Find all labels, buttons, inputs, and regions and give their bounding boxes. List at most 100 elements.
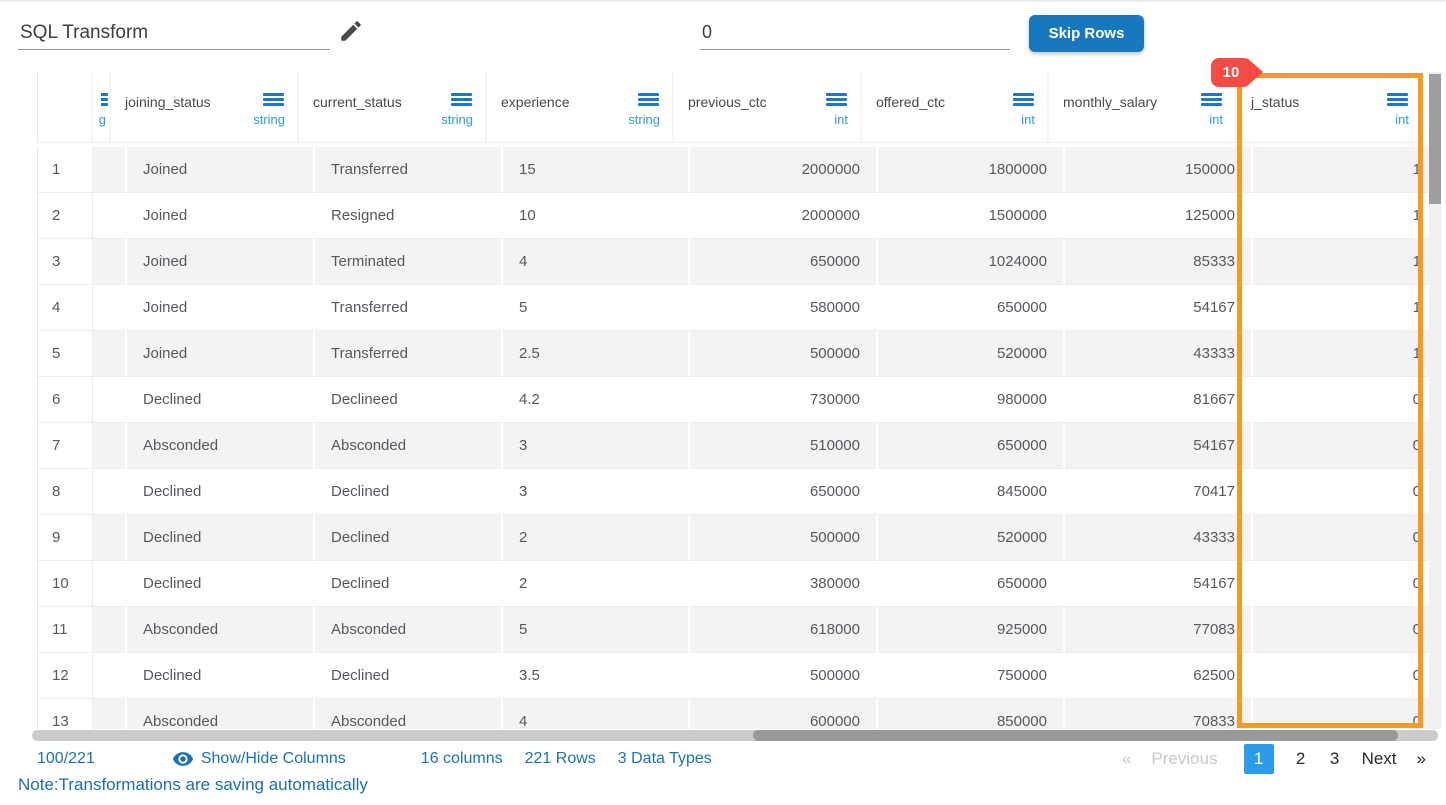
column-header-joining_status[interactable]: joining_statusstring bbox=[111, 72, 299, 143]
table-cell: Declineed bbox=[315, 377, 503, 423]
table-cell: 62500 bbox=[1065, 653, 1253, 699]
table-cell: 510000 bbox=[690, 423, 878, 469]
table-cell: 850000 bbox=[878, 699, 1065, 729]
column-menu-icon[interactable] bbox=[638, 93, 659, 96]
column-type-fragment: g bbox=[99, 112, 106, 127]
table-cell: Declined bbox=[127, 377, 315, 423]
table-cell bbox=[93, 607, 127, 653]
table-cell bbox=[93, 285, 127, 331]
table-cell bbox=[93, 699, 127, 729]
column-name: offered_ctc bbox=[876, 94, 945, 110]
footer-bar: 100/221 Show/Hide Columns 16 columns 221… bbox=[0, 743, 1446, 775]
transform-title-input[interactable] bbox=[18, 16, 330, 50]
table-cell: 81667 bbox=[1065, 377, 1253, 423]
table-row: 12DeclinedDeclined3.5500000750000625000 bbox=[37, 653, 1441, 699]
column-menu-icon[interactable] bbox=[1201, 93, 1222, 96]
previous-page-button[interactable]: Previous bbox=[1151, 749, 1217, 769]
column-menu-icon[interactable] bbox=[826, 93, 847, 96]
table-row: 1JoinedTransferred1520000001800000150000… bbox=[37, 147, 1441, 193]
column-header-monthly_salary[interactable]: monthly_salaryint bbox=[1049, 72, 1237, 143]
table-cell: 2 bbox=[503, 561, 690, 607]
partial-column-header[interactable]: g bbox=[93, 72, 111, 143]
skip-rows-input[interactable] bbox=[700, 16, 1010, 50]
table-cell: 1 bbox=[1253, 193, 1439, 239]
table-cell: Transferred bbox=[315, 331, 503, 377]
pencil-edit-icon[interactable] bbox=[338, 18, 364, 44]
table-cell: 77083 bbox=[1065, 607, 1253, 653]
table-row: 2JoinedResigned10200000015000001250001 bbox=[37, 193, 1441, 239]
table-cell: Joined bbox=[127, 285, 315, 331]
table-cell: Declined bbox=[315, 515, 503, 561]
next-arrow-button[interactable]: » bbox=[1417, 749, 1426, 769]
table-cell: 54167 bbox=[1065, 285, 1253, 331]
table-cell: Absconded bbox=[315, 699, 503, 729]
table-cell: 1 bbox=[1253, 285, 1439, 331]
table-cell: Absconded bbox=[127, 607, 315, 653]
table-cell: Absconded bbox=[315, 423, 503, 469]
sql-transform-page: Skip Rows g joining_statusstringcurrent_s… bbox=[0, 0, 1446, 805]
table-cell: Transferred bbox=[315, 147, 503, 193]
column-header-previous_ctc[interactable]: previous_ctcint bbox=[674, 72, 862, 143]
row-progress-label: 100/221 bbox=[37, 750, 95, 768]
column-type-label: string bbox=[628, 112, 660, 127]
column-menu-icon[interactable] bbox=[1013, 93, 1034, 96]
table-cell: Joined bbox=[127, 239, 315, 285]
show-hide-columns-label: Show/Hide Columns bbox=[201, 750, 346, 768]
column-menu-icon[interactable] bbox=[1387, 93, 1408, 96]
vertical-scrollbar[interactable] bbox=[1429, 72, 1441, 729]
skip-rows-button[interactable]: Skip Rows bbox=[1029, 15, 1144, 52]
table-cell: 0 bbox=[1253, 607, 1439, 653]
table-cell: 500000 bbox=[690, 515, 878, 561]
table-cell bbox=[93, 561, 127, 607]
show-hide-columns-button[interactable]: Show/Hide Columns bbox=[172, 748, 346, 770]
table-cell: 500000 bbox=[690, 331, 878, 377]
column-name: previous_ctc bbox=[688, 94, 767, 110]
table-cell bbox=[93, 147, 127, 193]
table-cell: 2000000 bbox=[690, 147, 878, 193]
table-cell: Declined bbox=[315, 561, 503, 607]
topbar: Skip Rows bbox=[0, 2, 1446, 64]
table-cell: 650000 bbox=[690, 469, 878, 515]
page-3-button[interactable]: 3 bbox=[1328, 749, 1342, 769]
row-number-cell: 1 bbox=[37, 147, 93, 193]
column-header-experience[interactable]: experiencestring bbox=[487, 72, 674, 143]
previous-arrow-button[interactable]: « bbox=[1122, 749, 1131, 769]
table-cell: 5 bbox=[503, 607, 690, 653]
table-row: 6DeclinedDeclineed4.2730000980000816670 bbox=[37, 377, 1441, 423]
next-page-button[interactable]: Next bbox=[1362, 749, 1397, 769]
table-cell: 380000 bbox=[690, 561, 878, 607]
page-1-button[interactable]: 1 bbox=[1244, 744, 1274, 774]
row-number-cell: 9 bbox=[37, 515, 93, 561]
table-stats: 16 columns 221 Rows 3 Data Types bbox=[421, 750, 734, 768]
table-cell: 0 bbox=[1253, 653, 1439, 699]
table-cell: Absconded bbox=[127, 699, 315, 729]
horizontal-scrollbar[interactable] bbox=[32, 730, 1438, 741]
table-cell: 925000 bbox=[878, 607, 1065, 653]
column-header-current_status[interactable]: current_statusstring bbox=[299, 72, 487, 143]
table-cell: 980000 bbox=[878, 377, 1065, 423]
column-header-offered_ctc[interactable]: offered_ctcint bbox=[862, 72, 1049, 143]
column-menu-icon[interactable] bbox=[451, 93, 472, 96]
column-type-label: int bbox=[1021, 112, 1035, 127]
table-cell: 4 bbox=[503, 239, 690, 285]
table-cell: 580000 bbox=[690, 285, 878, 331]
autosave-note: Note:Transformations are saving automati… bbox=[18, 775, 368, 795]
horizontal-scrollbar-thumb[interactable] bbox=[753, 730, 1398, 741]
page-2-button[interactable]: 2 bbox=[1294, 749, 1308, 769]
table-cell bbox=[93, 193, 127, 239]
vertical-scrollbar-thumb[interactable] bbox=[1429, 74, 1441, 204]
column-name: monthly_salary bbox=[1063, 94, 1157, 110]
table-cell: 4 bbox=[503, 699, 690, 729]
row-number-cell: 7 bbox=[37, 423, 93, 469]
table-row: 13AbscondedAbsconded4600000850000708330 bbox=[37, 699, 1441, 729]
table-cell: Declined bbox=[127, 469, 315, 515]
column-menu-icon[interactable] bbox=[263, 93, 284, 96]
column-header-j_status[interactable]: j_statusint bbox=[1237, 72, 1423, 143]
table-cell: 650000 bbox=[878, 423, 1065, 469]
table-cell: 43333 bbox=[1065, 515, 1253, 561]
eye-icon bbox=[172, 748, 194, 770]
row-number-cell: 3 bbox=[37, 239, 93, 285]
table-cell: 0 bbox=[1253, 423, 1439, 469]
table-cell bbox=[93, 515, 127, 561]
table: g joining_statusstringcurrent_statusstrin… bbox=[37, 72, 1441, 729]
